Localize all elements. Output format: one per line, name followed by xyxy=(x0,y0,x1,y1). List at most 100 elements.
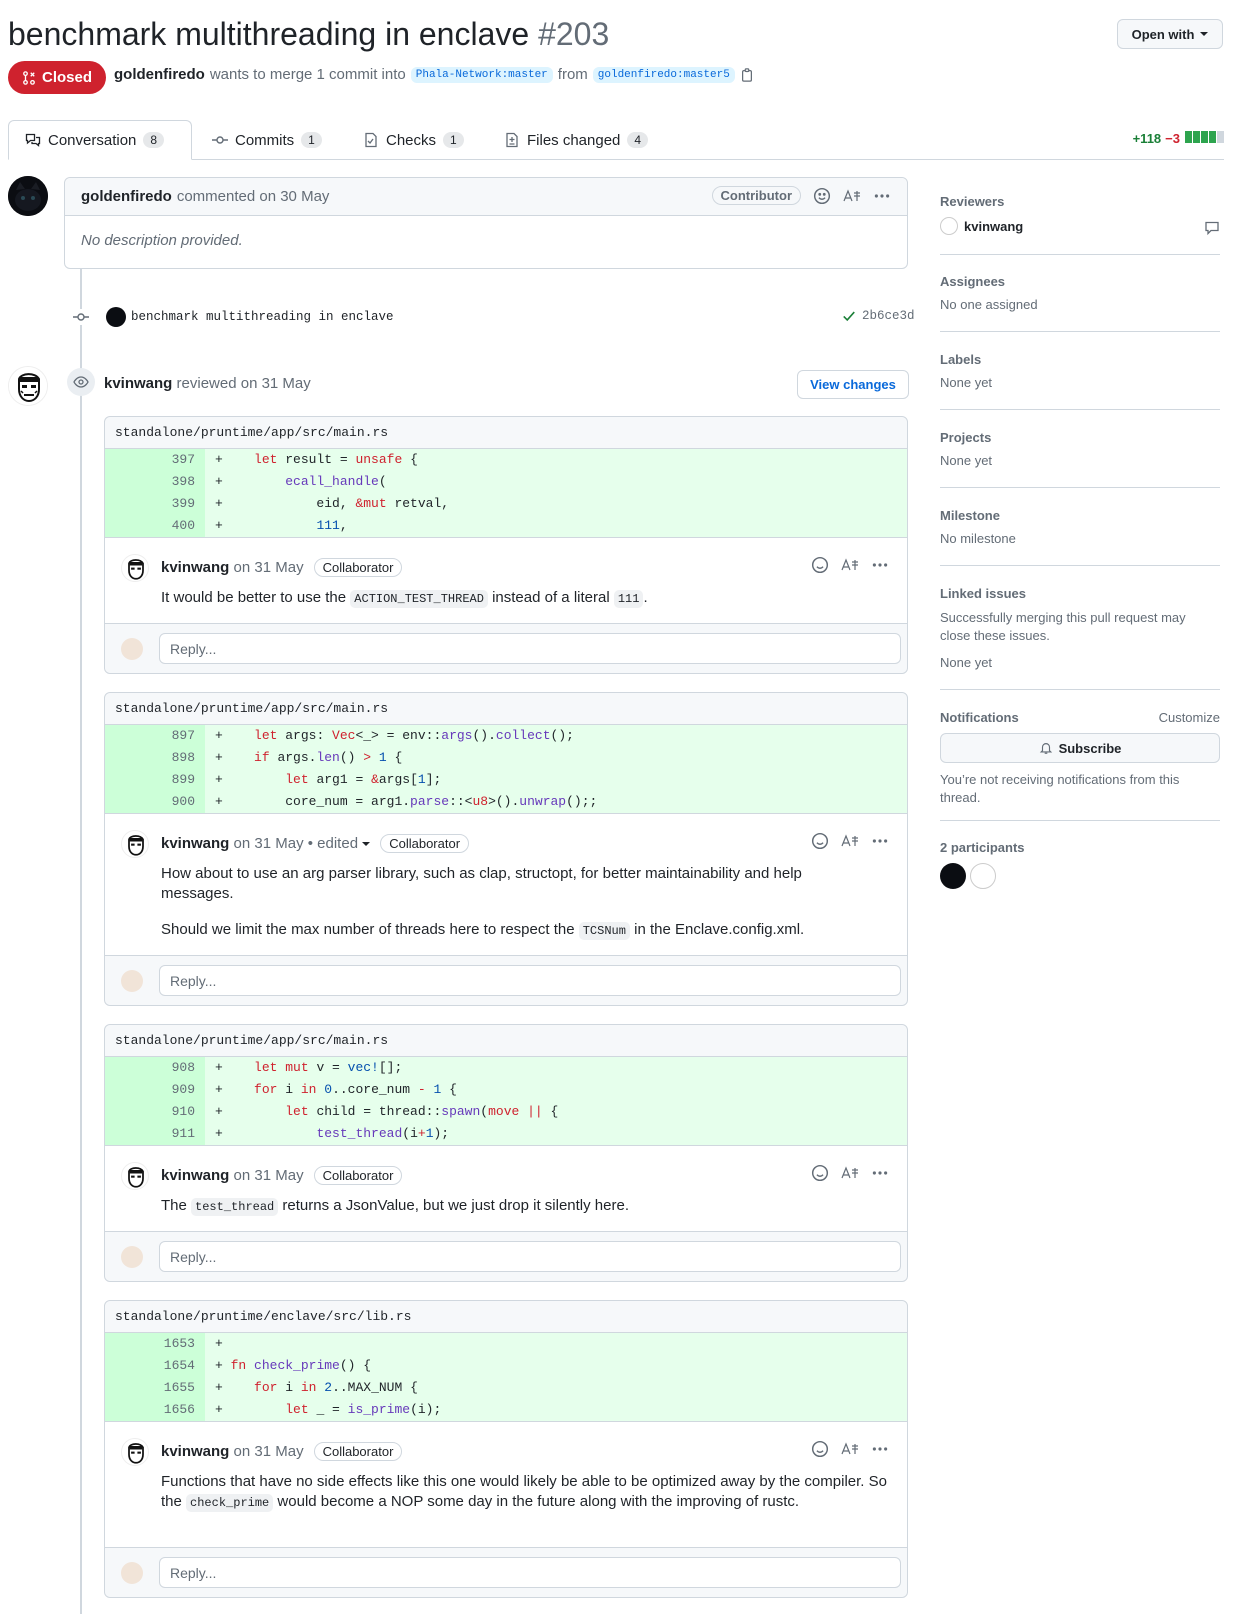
tab-checks[interactable]: Checks 1 xyxy=(363,120,464,160)
customize-link[interactable]: Customize xyxy=(1159,710,1220,733)
tab-commits[interactable]: Commits 1 xyxy=(212,120,322,160)
pr-author[interactable]: goldenfiredo xyxy=(114,66,205,83)
diff-line: 910 + let child = thread::spawn(move || { xyxy=(105,1101,907,1123)
line-number[interactable]: 398 xyxy=(105,471,205,493)
divider xyxy=(940,254,1220,255)
comment-avatar[interactable] xyxy=(121,1162,149,1190)
comment-author[interactable]: goldenfiredo xyxy=(81,188,172,205)
comment-author[interactable]: kvinwang xyxy=(161,1167,229,1184)
line-number[interactable]: 1654 xyxy=(105,1355,205,1377)
comment-avatar[interactable] xyxy=(121,830,149,858)
subscribe-button[interactable]: Subscribe xyxy=(940,733,1220,763)
reply-input[interactable]: Reply... xyxy=(159,1557,901,1588)
smiley-icon[interactable] xyxy=(811,832,829,850)
smiley-icon[interactable] xyxy=(811,1164,829,1182)
sidebar-heading[interactable]: Labels xyxy=(940,352,1220,367)
comment-date[interactable]: on 31 May xyxy=(234,835,304,852)
inline-code: TCSNum xyxy=(578,922,630,940)
review-header: kvinwang reviewed on 31 May xyxy=(104,375,311,392)
line-number[interactable]: 399 xyxy=(105,493,205,515)
pixel-face-avatar-icon xyxy=(128,559,144,580)
kebab-horizontal-icon[interactable] xyxy=(871,1440,889,1458)
review-author[interactable]: kvinwang xyxy=(104,375,172,392)
line-number[interactable]: 1656 xyxy=(105,1399,205,1421)
line-number[interactable]: 910 xyxy=(105,1101,205,1123)
line-number[interactable]: 897 xyxy=(105,725,205,747)
thread-file-path[interactable]: standalone/pruntime/app/src/main.rs xyxy=(105,417,907,449)
head-branch[interactable]: goldenfiredo:master5 xyxy=(592,66,735,83)
comment-avatar[interactable] xyxy=(121,1438,149,1466)
sidebar-heading[interactable]: Projects xyxy=(940,430,1220,445)
commit-author-avatar[interactable] xyxy=(106,307,126,327)
base-branch[interactable]: Phala-Network:master xyxy=(410,66,553,83)
participant-avatar[interactable] xyxy=(940,863,966,889)
sidebar-heading[interactable]: Milestone xyxy=(940,508,1220,523)
smiley-icon[interactable] xyxy=(811,556,829,574)
reply-input[interactable]: Reply... xyxy=(159,1241,901,1272)
line-number[interactable]: 1655 xyxy=(105,1377,205,1399)
edited-menu[interactable]: • edited xyxy=(308,835,358,852)
reply-bar: Reply... xyxy=(105,1231,907,1281)
line-number[interactable]: 908 xyxy=(105,1057,205,1079)
deletions-count: −3 xyxy=(1165,131,1180,146)
thread-file-path[interactable]: standalone/pruntime/app/src/main.rs xyxy=(105,693,907,725)
thread-file-path[interactable]: standalone/pruntime/enclave/src/lib.rs xyxy=(105,1301,907,1333)
comment-header: kvinwang on 31 May Collaborator xyxy=(161,558,403,577)
comment-author[interactable]: kvinwang xyxy=(161,559,229,576)
kebab-horizontal-icon[interactable] xyxy=(871,1164,889,1182)
comment-date[interactable]: on 31 May xyxy=(234,1167,304,1184)
labels-value: None yet xyxy=(940,375,993,390)
reply-input[interactable]: Reply... xyxy=(159,965,901,996)
kebab-horizontal-icon[interactable] xyxy=(871,832,889,850)
sidebar-assignees: Assignees No one assigned xyxy=(940,274,1220,312)
comment-author[interactable]: kvinwang xyxy=(161,1443,229,1460)
commit-message[interactable]: benchmark multithreading in enclave xyxy=(131,310,394,324)
kebab-horizontal-icon[interactable] xyxy=(873,187,891,205)
tab-files-changed[interactable]: Files changed 4 xyxy=(504,120,649,160)
tab-conversation[interactable]: Conversation 8 xyxy=(8,120,192,160)
comment-avatar[interactable] xyxy=(121,554,149,582)
diff-hunk: 897 + let args: Vec<_> = env::args().coll… xyxy=(105,725,907,813)
copy-icon[interactable] xyxy=(740,67,754,82)
kebab-horizontal-icon[interactable] xyxy=(871,556,889,574)
translate-icon[interactable] xyxy=(841,832,859,850)
line-number[interactable]: 900 xyxy=(105,791,205,813)
reply-input[interactable]: Reply... xyxy=(159,633,901,664)
line-number[interactable]: 909 xyxy=(105,1079,205,1101)
comment-date[interactable]: on 31 May xyxy=(234,1443,304,1460)
smiley-icon[interactable] xyxy=(813,187,831,205)
assignees-value: No one assigned xyxy=(940,297,1038,312)
reviewer-name[interactable]: kvinwang xyxy=(964,219,1023,234)
translate-icon[interactable] xyxy=(843,187,861,205)
line-number[interactable]: 898 xyxy=(105,747,205,769)
author-avatar[interactable] xyxy=(8,176,48,216)
sidebar-labels: Labels None yet xyxy=(940,352,1220,390)
translate-icon[interactable] xyxy=(841,556,859,574)
thread-file-path[interactable]: standalone/pruntime/app/src/main.rs xyxy=(105,1025,907,1057)
sidebar-heading[interactable]: Linked issues xyxy=(940,586,1220,601)
comment-author[interactable]: kvinwang xyxy=(161,835,229,852)
reviewer-avatar[interactable] xyxy=(8,366,48,406)
line-number[interactable]: 397 xyxy=(105,449,205,471)
reviewer-avatar[interactable] xyxy=(940,217,958,235)
current-user-avatar xyxy=(121,637,143,660)
line-number[interactable]: 1653 xyxy=(105,1333,205,1355)
review-action[interactable]: reviewed on 31 May xyxy=(177,375,311,392)
sidebar-heading[interactable]: Assignees xyxy=(940,274,1220,289)
file-diff-icon xyxy=(506,132,518,148)
view-changes-button[interactable]: View changes xyxy=(797,370,909,399)
diff-hunk: 908 + let mut v = vec![]; 909 + for i in 0… xyxy=(105,1057,907,1145)
smiley-icon[interactable] xyxy=(811,1440,829,1458)
comment-date[interactable]: on 31 May xyxy=(234,559,304,576)
open-with-button[interactable]: Open with xyxy=(1117,19,1223,49)
line-number[interactable]: 911 xyxy=(105,1123,205,1145)
sidebar-heading[interactable]: Reviewers xyxy=(940,194,1220,209)
translate-icon[interactable] xyxy=(841,1440,859,1458)
projects-value: None yet xyxy=(940,453,993,468)
commit-sha[interactable]: 2b6ce3d xyxy=(862,309,915,323)
line-number[interactable]: 400 xyxy=(105,515,205,537)
translate-icon[interactable] xyxy=(841,1164,859,1182)
line-number[interactable]: 899 xyxy=(105,769,205,791)
participant-avatar[interactable] xyxy=(970,863,996,889)
comment-action[interactable]: commented on 30 May xyxy=(177,188,330,205)
